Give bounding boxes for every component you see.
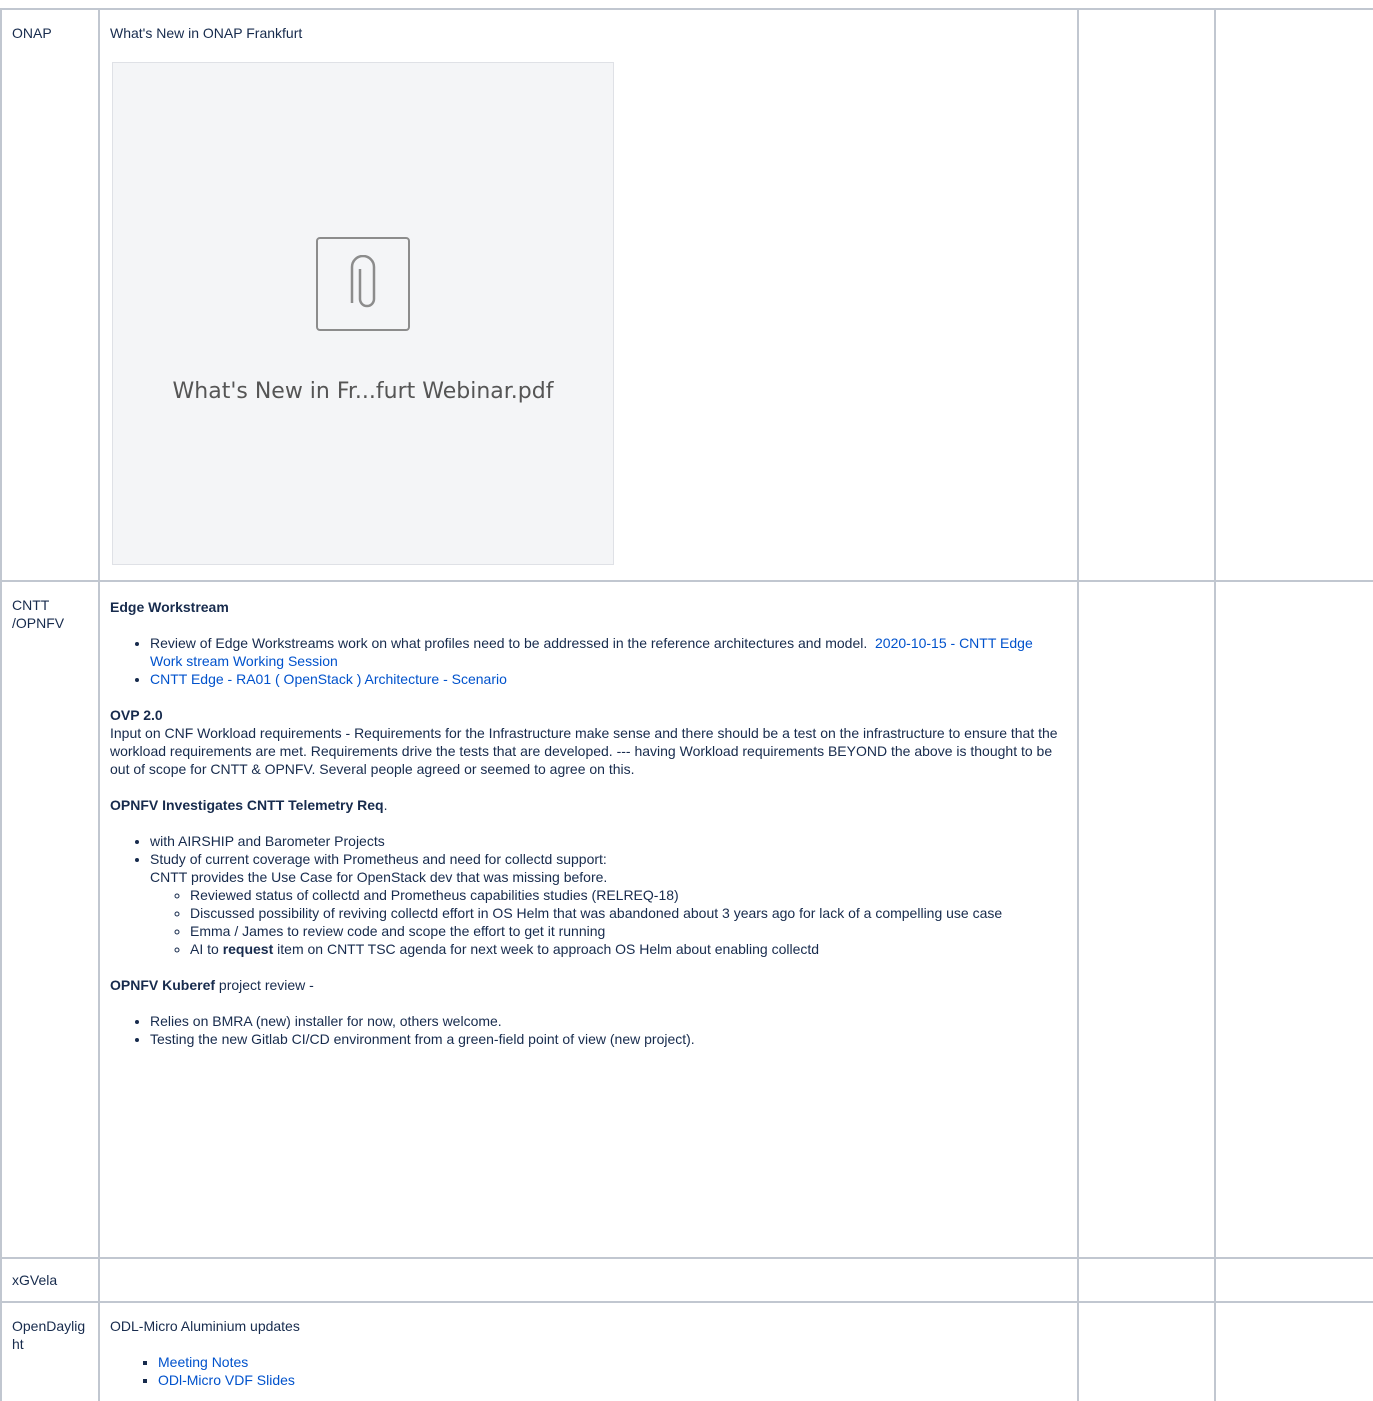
attachment-preview[interactable]: What's New in Fr...furt Webinar.pdf [112,62,614,565]
empty-cell [1214,1301,1373,1401]
ovp-paragraph: Input on CNF Workload requirements - Req… [110,725,1058,777]
row-name-onap: ONAP [12,25,52,41]
odl-title: ODL-Micro Aluminium updates [110,1318,300,1334]
row-name-cntt: CNTT /OPNFV [12,597,65,631]
table-row: OpenDaylight ODL-Micro Aluminium updates… [0,1301,1373,1401]
row-name-odl: OpenDaylight [12,1318,86,1352]
attachment-filename: What's New in Fr...furt Webinar.pdf [172,379,554,404]
paperclip-icon [316,237,410,331]
kuberef-heading: OPNFV Kuberef [110,977,216,993]
list-item: with AIRSHIP and Barometer Projects [150,832,1067,850]
telemetry-item-line2: CNTT provides the Use Case for OpenStack… [150,869,608,885]
row-name-cell: OpenDaylight [0,1301,100,1401]
edge-architecture-link[interactable]: CNTT Edge - RA01 ( OpenStack ) Architect… [150,671,507,687]
row-name-xgvela: xGVela [12,1272,58,1288]
onap-title: What's New in ONAP Frankfurt [110,25,303,41]
meeting-notes-link[interactable]: Meeting Notes [158,1354,248,1370]
meeting-table: ONAP What's New in ONAP Frankfurt What's… [0,8,1373,1401]
table-row: ONAP What's New in ONAP Frankfurt What's… [0,8,1373,582]
telemetry-list: with AIRSHIP and Barometer Projects Stud… [110,832,1067,958]
telemetry-heading: OPNFV Investigates CNTT Telemetry Req [110,797,384,813]
empty-cell [1214,1257,1373,1303]
telemetry-item-line1: Study of current coverage with Prometheu… [150,851,607,867]
edge-item-text: Review of Edge Workstreams work on what … [150,635,868,651]
list-item: Study of current coverage with Prometheu… [150,850,1067,958]
table-row: CNTT /OPNFV Edge Workstream Review of Ed… [0,580,1373,1259]
sub4-bold: request [222,941,274,957]
telemetry-heading-suffix: . [383,797,388,813]
list-item: Emma / James to review code and scope th… [190,922,1067,940]
empty-cell [1077,8,1216,582]
telemetry-sublist: Reviewed status of collectd and Promethe… [150,886,1067,958]
row-content-cell: What's New in ONAP Frankfurt What's New … [98,8,1079,582]
list-item: Testing the new Gitlab CI/CD environment… [150,1030,1067,1048]
list-item: ODl-Micro VDF Slides [158,1371,1067,1389]
row-name-cell: CNTT /OPNFV [0,580,100,1259]
list-item: Relies on BMRA (new) installer for now, … [150,1012,1067,1030]
list-item: Discussed possibility of reviving collec… [190,904,1067,922]
edge-list: Review of Edge Workstreams work on what … [110,634,1067,688]
empty-cell [1077,1301,1216,1401]
row-name-cell: ONAP [0,8,100,582]
table-row: xGVela [0,1257,1373,1303]
list-item: CNTT Edge - RA01 ( OpenStack ) Architect… [150,670,1067,688]
sub4-post: item on CNTT TSC agenda for next week to… [273,941,820,957]
empty-cell [1214,8,1373,582]
empty-cell [1077,1257,1216,1303]
paperclip-icon-glyph [350,255,376,308]
list-item: Review of Edge Workstreams work on what … [150,634,1067,670]
kuberef-list: Relies on BMRA (new) installer for now, … [110,1012,1067,1048]
row-content-cell: Edge Workstream Review of Edge Workstrea… [98,580,1079,1259]
odl-list: Meeting Notes ODl-Micro VDF Slides [110,1353,1067,1389]
odl-micro-slides-link[interactable]: ODl-Micro VDF Slides [158,1372,295,1388]
ovp-heading: OVP 2.0 [110,707,163,723]
list-item: Meeting Notes [158,1353,1067,1371]
sub4-pre: AI to [190,941,223,957]
row-content-cell: ODL-Micro Aluminium updates Meeting Note… [98,1301,1079,1401]
kuberef-heading-suffix: project review - [215,977,314,993]
empty-cell [1214,580,1373,1259]
row-name-cell: xGVela [0,1257,100,1303]
list-item: AI to request item on CNTT TSC agenda fo… [190,940,1067,958]
empty-cell [1077,580,1216,1259]
list-item: Reviewed status of collectd and Promethe… [190,886,1067,904]
row-content-cell [98,1257,1079,1303]
edge-heading: Edge Workstream [110,599,229,615]
